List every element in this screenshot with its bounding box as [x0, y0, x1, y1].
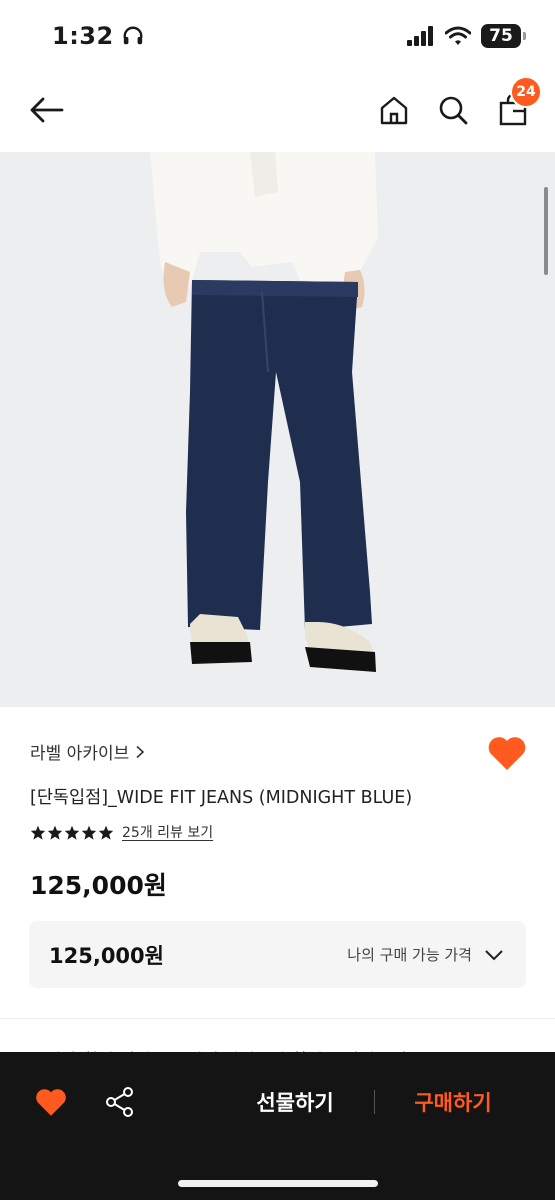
- jeans-photo: [0, 152, 555, 707]
- battery-level: 75: [489, 26, 513, 46]
- cart-count: 24: [516, 84, 536, 100]
- chevron-down-icon: [485, 949, 503, 960]
- navigation-bar: 24: [0, 72, 555, 152]
- clock-text: 1:32: [52, 22, 114, 50]
- section-divider: [0, 1018, 555, 1019]
- bottom-action-bar: 선물하기 구매하기: [0, 1052, 555, 1200]
- cart-count-badge: 24: [510, 76, 542, 108]
- product-price: 125,000원: [30, 871, 167, 900]
- star-rating: [30, 825, 114, 840]
- star-icon: [64, 825, 80, 840]
- brand-link[interactable]: 라벨 아카이브: [30, 739, 145, 764]
- battery-indicator: 75: [481, 24, 526, 48]
- bottom-like-button[interactable]: [34, 1086, 68, 1118]
- share-icon: [106, 1087, 133, 1117]
- search-button[interactable]: [433, 90, 473, 130]
- wishlist-heart-button[interactable]: [486, 734, 528, 774]
- share-button[interactable]: [104, 1086, 136, 1118]
- home-indicator[interactable]: [178, 1180, 378, 1187]
- back-button[interactable]: [24, 88, 68, 132]
- status-time: 1:32: [52, 22, 144, 50]
- star-icon: [30, 825, 46, 840]
- my-price-toggle: 나의 구매 가능 가격: [347, 944, 504, 965]
- star-icon: [81, 825, 97, 840]
- star-icon: [98, 825, 114, 840]
- product-title: [단독입점]_WIDE FIT JEANS (MIDNIGHT BLUE): [30, 788, 413, 808]
- my-price-label: 나의 구매 가능 가격: [347, 946, 472, 964]
- review-link[interactable]: 25개 리뷰 보기: [122, 822, 213, 842]
- arrow-left-icon: [30, 97, 64, 123]
- chevron-right-icon: [136, 745, 145, 758]
- heart-icon: [488, 737, 526, 770]
- status-bar: 1:32 75: [0, 0, 555, 72]
- home-button[interactable]: [374, 90, 414, 130]
- buy-button[interactable]: 구매하기: [388, 1082, 518, 1122]
- wifi-icon: [445, 26, 471, 45]
- my-price-dropdown[interactable]: 125,000원 나의 구매 가능 가격: [29, 921, 526, 988]
- star-icon: [47, 825, 63, 840]
- brand-name: 라벨 아카이브: [30, 744, 130, 764]
- headphones-icon: [123, 26, 143, 45]
- search-icon: [439, 96, 468, 125]
- rating-row: 25개 리뷰 보기: [30, 822, 213, 842]
- button-separator: [374, 1090, 375, 1114]
- cellular-signal-icon: [407, 26, 433, 46]
- status-indicators: 75: [407, 24, 526, 48]
- heart-icon: [36, 1089, 66, 1116]
- image-scrollbar[interactable]: [544, 187, 548, 275]
- my-price-value: 125,000원: [49, 943, 164, 968]
- product-image[interactable]: [0, 152, 555, 707]
- home-icon: [380, 96, 408, 125]
- gift-button[interactable]: 선물하기: [230, 1082, 360, 1122]
